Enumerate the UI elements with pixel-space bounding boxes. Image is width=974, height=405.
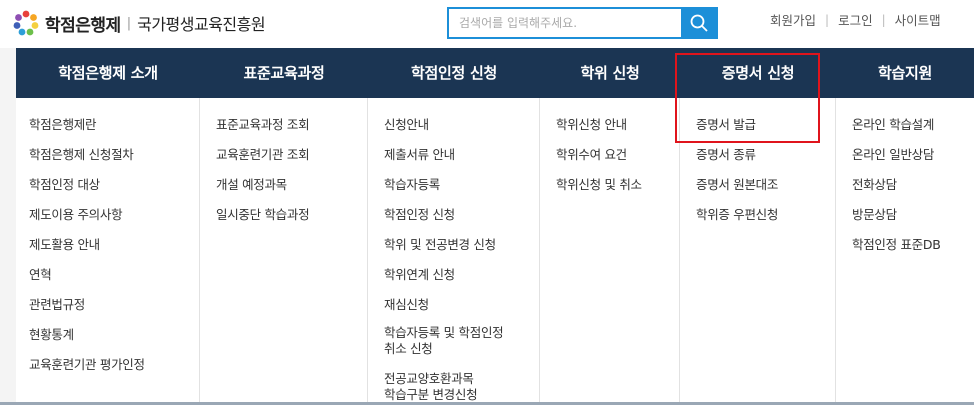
menu-item[interactable]: 교육훈련기관 평가인정	[29, 357, 145, 373]
menu-item[interactable]: 연혁	[29, 267, 52, 283]
menu-column-degree-application: 학위신청 안내 학위수여 요건 학위신청 및 취소	[540, 98, 680, 405]
site-logo[interactable]: 학점은행제 | 국가평생교육진흥원	[12, 9, 266, 37]
logo-subtitle: 국가평생교육진흥원	[137, 15, 266, 34]
menu-item[interactable]: 학위신청 및 취소	[556, 177, 642, 193]
menu-item[interactable]: 학위수여 요건	[556, 147, 627, 163]
search-button[interactable]	[681, 9, 716, 37]
search-input[interactable]	[449, 9, 681, 37]
menu-column-credit-application: 신청안내 제출서류 안내 학습자등록 학점인정 신청 학위 및 전공변경 신청 …	[368, 98, 540, 405]
top-header: 학점은행제 | 국가평생교육진흥원 회원가입 | 로그인 | 사이트맵	[0, 0, 974, 48]
nav-item-degree-application[interactable]: 학위 신청	[540, 48, 680, 98]
menu-item[interactable]: 학습자등록	[384, 177, 440, 193]
utility-links: 회원가입 | 로그인 | 사이트맵	[770, 10, 941, 29]
nav-item-learning-support[interactable]: 학습지원	[836, 48, 974, 98]
menu-item[interactable]: 현황통계	[29, 327, 74, 343]
nav-item-credit-application[interactable]: 학점인정 신청	[368, 48, 540, 98]
main-nav: 학점은행제 소개 표준교육과정 학점인정 신청 학위 신청 증명서 신청 학습지…	[16, 48, 974, 98]
menu-item[interactable]: 학점인정 표준DB	[852, 237, 941, 253]
menu-column-intro: 학점은행제란 학점은행제 신청절차 학점인정 대상 제도이용 주의사항 제도활용…	[16, 98, 200, 405]
login-link[interactable]: 로그인	[838, 10, 873, 29]
menu-item[interactable]: 개설 예정과목	[216, 177, 287, 193]
menu-column-certificate-application: 증명서 발급 증명서 종류 증명서 원본대조 학위증 우편신청	[680, 98, 836, 405]
menu-item[interactable]: 온라인 학습설계	[852, 117, 934, 133]
menu-item[interactable]: 관련법규정	[29, 297, 85, 313]
menu-item[interactable]: 학점은행제 신청절차	[29, 147, 134, 163]
menu-item[interactable]: 교육훈련기관 조회	[216, 147, 310, 163]
menu-item[interactable]: 학점인정 대상	[29, 177, 100, 193]
menu-item[interactable]: 학위신청 안내	[556, 117, 627, 133]
search-bar	[447, 7, 718, 39]
menu-item[interactable]: 방문상담	[852, 207, 897, 223]
util-divider: |	[825, 12, 830, 27]
mega-menu: 학점은행제란 학점은행제 신청절차 학점인정 대상 제도이용 주의사항 제도활용…	[16, 98, 974, 405]
menu-item[interactable]: 일시중단 학습과정	[216, 207, 310, 223]
page-gutter	[0, 48, 16, 405]
menu-item[interactable]: 학습자등록 및 학점인정 취소 신청	[384, 325, 504, 357]
sitemap-link[interactable]: 사이트맵	[895, 10, 941, 29]
menu-item[interactable]: 증명서 원본대조	[696, 177, 778, 193]
search-icon	[690, 14, 708, 32]
menu-item[interactable]: 전공교양호환과목 학습구분 변경신청	[384, 371, 478, 403]
menu-item[interactable]: 표준교육과정 조회	[216, 117, 310, 133]
signup-link[interactable]: 회원가입	[770, 10, 816, 29]
menu-item[interactable]: 전화상담	[852, 177, 897, 193]
menu-item[interactable]: 제도이용 주의사항	[29, 207, 123, 223]
nav-item-curriculum[interactable]: 표준교육과정	[200, 48, 368, 98]
menu-item[interactable]: 온라인 일반상담	[852, 147, 934, 163]
menu-item[interactable]: 신청안내	[384, 117, 429, 133]
menu-column-learning-support: 온라인 학습설계 온라인 일반상담 전화상담 방문상담 학점인정 표준DB	[836, 98, 974, 405]
util-divider: |	[881, 12, 886, 27]
menu-item[interactable]: 학위연계 신청	[384, 267, 455, 283]
menu-item[interactable]: 증명서 종류	[696, 147, 756, 163]
menu-column-curriculum: 표준교육과정 조회 교육훈련기관 조회 개설 예정과목 일시중단 학습과정	[200, 98, 368, 405]
menu-item[interactable]: 제도활용 안내	[29, 237, 100, 253]
logo-title: 학점은행제	[45, 15, 121, 36]
menu-item[interactable]: 학위 및 전공변경 신청	[384, 237, 496, 253]
nav-item-intro[interactable]: 학점은행제 소개	[16, 48, 200, 98]
menu-item[interactable]: 학점인정 신청	[384, 207, 455, 223]
menu-item[interactable]: 학위증 우편신청	[696, 207, 778, 223]
logo-divider: |	[126, 15, 132, 31]
menu-item[interactable]: 학점은행제란	[29, 117, 97, 133]
menu-item[interactable]: 재심신청	[384, 297, 429, 313]
logo-flower-icon	[13, 10, 39, 36]
highlight-box	[675, 53, 820, 143]
menu-item[interactable]: 제출서류 안내	[384, 147, 455, 163]
